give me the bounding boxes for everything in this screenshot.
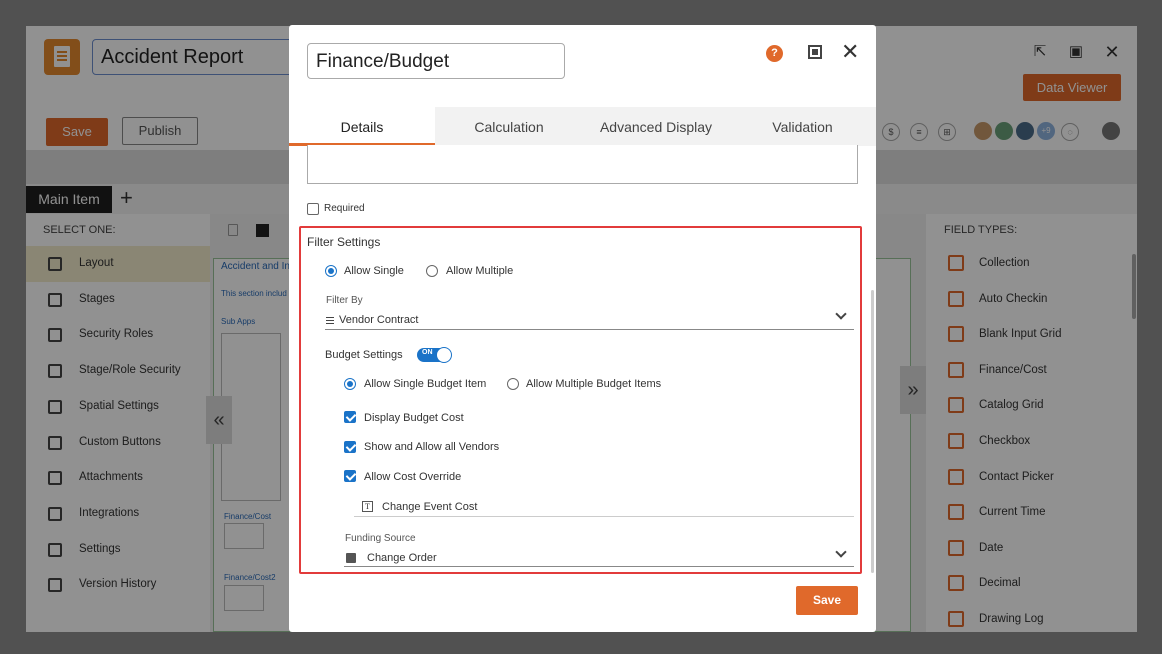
text-field-icon: T — [362, 501, 373, 512]
multiple-budget-items-label: Allow Multiple Budget Items — [526, 378, 662, 390]
toggle-knob — [436, 347, 452, 363]
allow-multiple-label: Allow Multiple — [446, 265, 514, 277]
required-checkbox[interactable] — [307, 203, 319, 215]
close-icon[interactable]: ✕ — [841, 40, 859, 64]
funding-source-underline — [344, 566, 854, 567]
filter-by-label: Filter By — [326, 295, 363, 306]
allow-single-label: Allow Single — [344, 265, 404, 277]
modal-tabs: Details Calculation Advanced Display Val… — [289, 107, 876, 146]
display-budget-cost-checkbox[interactable] — [344, 411, 356, 423]
allow-cost-override-checkbox[interactable] — [344, 470, 356, 482]
help-icon[interactable]: ? — [766, 45, 783, 62]
filter-by-underline — [325, 329, 854, 330]
field-settings-modal: Finance/Budget ? ✕ Details Calculation A… — [289, 25, 876, 632]
allow-multiple-radio[interactable] — [426, 265, 438, 277]
modal-scrollbar[interactable] — [871, 290, 874, 573]
tab-advanced-display[interactable]: Advanced Display — [583, 107, 729, 146]
change-event-cost-underline — [354, 516, 854, 517]
allow-single-radio[interactable] — [325, 265, 337, 277]
tab-details[interactable]: Details — [289, 107, 435, 146]
modal-save-button[interactable]: Save — [796, 586, 858, 615]
maximize-icon[interactable] — [808, 45, 822, 59]
field-name-input[interactable]: Finance/Budget — [307, 43, 565, 79]
required-label: Required — [324, 203, 365, 214]
allow-cost-override-label: Allow Cost Override — [364, 471, 462, 483]
filter-by-select[interactable]: Vendor Contract — [339, 314, 419, 326]
show-all-vendors-label: Show and Allow all Vendors — [364, 441, 500, 453]
description-textarea[interactable] — [307, 145, 858, 184]
single-budget-item-radio[interactable] — [344, 378, 356, 390]
filter-icon — [326, 317, 334, 324]
single-budget-item-label: Allow Single Budget Item — [364, 378, 487, 390]
filter-settings-title: Filter Settings — [307, 235, 381, 249]
budget-settings-title: Budget Settings — [325, 349, 403, 361]
change-event-cost-field[interactable]: Change Event Cost — [382, 501, 477, 513]
funding-source-icon — [346, 553, 356, 563]
funding-source-select[interactable]: Change Order — [367, 552, 437, 564]
tab-validation[interactable]: Validation — [729, 107, 876, 146]
funding-source-label: Funding Source — [345, 533, 416, 544]
display-budget-cost-label: Display Budget Cost — [364, 412, 464, 424]
budget-settings-toggle[interactable]: ON — [417, 347, 452, 363]
show-all-vendors-checkbox[interactable] — [344, 441, 356, 453]
highlight-box — [299, 226, 862, 574]
tab-calculation[interactable]: Calculation — [435, 107, 583, 146]
multiple-budget-items-radio[interactable] — [507, 378, 519, 390]
toggle-on-text: ON — [422, 349, 433, 356]
